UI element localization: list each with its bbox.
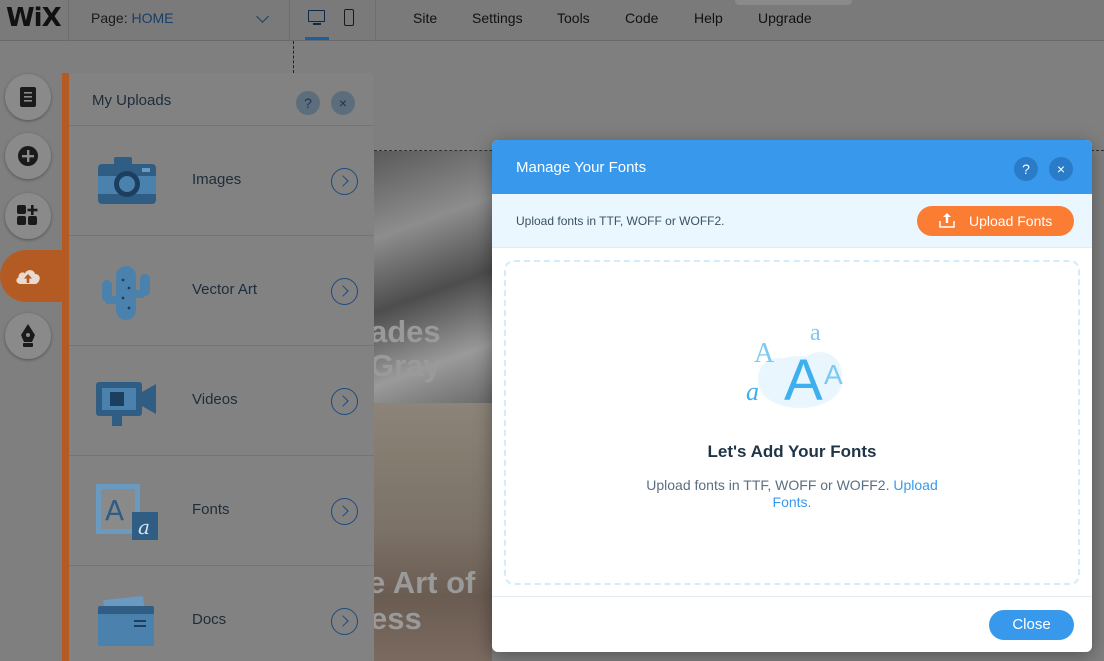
menu-settings[interactable]: Settings (472, 10, 523, 26)
dialog-footer: Close (492, 596, 1092, 652)
mobile-view-button[interactable] (336, 6, 362, 32)
manage-fonts-dialog: Manage Your Fonts ? × Upload fonts in TT… (492, 140, 1092, 652)
camera-icon (94, 152, 160, 212)
fonts-illustration-icon: A A a a A (738, 314, 850, 424)
dialog-title: Manage Your Fonts (516, 159, 647, 176)
dialog-subheader: Upload fonts in TTF, WOFF or WOFF2. Uplo… (492, 194, 1092, 248)
category-label: Docs (192, 611, 227, 628)
upload-fonts-button[interactable]: Upload Fonts (917, 206, 1074, 236)
menu-site[interactable]: Site (413, 10, 437, 26)
font-dropzone[interactable]: A A a a A Let's Add Your Fonts Upload fo… (504, 260, 1080, 585)
site-heading-3: e Art of (368, 565, 476, 600)
category-label: Fonts (192, 501, 230, 518)
svg-text:a: a (138, 515, 150, 539)
chevron-right-icon[interactable] (331, 168, 358, 195)
chevron-right-icon[interactable] (331, 498, 358, 525)
desktop-icon (308, 10, 325, 22)
blog-button[interactable] (5, 313, 51, 359)
dropzone-text: Upload fonts in TTF, WOFF or WOFF2. Uplo… (646, 477, 938, 510)
add-button[interactable] (5, 133, 51, 179)
desktop-view-button[interactable] (304, 6, 330, 40)
chevron-right-icon[interactable] (331, 608, 358, 635)
menu-code[interactable]: Code (625, 10, 658, 26)
mobile-icon (344, 9, 354, 26)
close-button[interactable]: Close (989, 610, 1074, 640)
panel-close-button[interactable]: × (331, 91, 355, 115)
dialog-close-x-button[interactable]: × (1049, 157, 1073, 181)
uploads-button[interactable] (5, 253, 51, 299)
font-frame-icon: Aa (94, 482, 160, 542)
chevron-right-icon[interactable] (331, 278, 358, 305)
upload-fonts-label: Upload Fonts (969, 213, 1053, 229)
svg-text:A: A (784, 348, 823, 413)
apps-button[interactable] (5, 193, 51, 239)
site-heading-2: Gray (370, 348, 441, 383)
menu-tools[interactable]: Tools (557, 10, 590, 26)
folder-icon (94, 592, 160, 652)
format-hint: Upload fonts in TTF, WOFF or WOFF2. (516, 214, 725, 228)
canvas-guide-vertical (293, 41, 294, 73)
pages-button[interactable] (5, 74, 51, 120)
cactus-icon (94, 262, 160, 322)
top-bar: WiX Page: HOME Site Settings Tools Code … (0, 0, 1104, 41)
dialog-header: Manage Your Fonts ? × (492, 140, 1092, 194)
chevron-right-icon[interactable] (331, 388, 358, 415)
my-uploads-panel: My Uploads ? × Images Vector Art Videos … (69, 73, 374, 661)
upload-icon (939, 212, 955, 228)
svg-text:A: A (754, 338, 775, 369)
category-label: Vector Art (192, 281, 258, 298)
panel-title: My Uploads (92, 92, 172, 109)
menu-upgrade[interactable]: Upgrade (758, 10, 812, 26)
panel-help-button[interactable]: ? (296, 91, 320, 115)
panel-accent-strip (62, 73, 69, 661)
menu-help[interactable]: Help (694, 10, 723, 26)
svg-text:A: A (824, 359, 843, 390)
svg-text:a: a (810, 320, 821, 346)
dialog-help-button[interactable]: ? (1014, 157, 1038, 181)
upload-icon (5, 253, 51, 299)
panel-header: My Uploads ? × (69, 73, 374, 126)
svg-text:A: A (105, 494, 124, 527)
upload-category-docs[interactable]: Docs (69, 566, 374, 661)
category-label: Images (192, 171, 242, 188)
site-heading-1: ades (370, 314, 441, 349)
dropzone-title: Let's Add Your Fonts (707, 442, 877, 461)
pages-icon (5, 74, 51, 120)
video-camera-icon (94, 372, 160, 432)
upload-category-videos[interactable]: Videos (69, 346, 374, 456)
svg-text:a: a (746, 377, 759, 406)
active-view-indicator (305, 37, 329, 40)
pen-icon (5, 313, 51, 359)
chevron-down-icon (256, 10, 269, 23)
page-selector-value: HOME (131, 10, 174, 26)
upload-category-images[interactable]: Images (69, 126, 374, 236)
category-label: Videos (192, 391, 238, 408)
page-selector[interactable]: Page: HOME (68, 0, 290, 41)
upload-category-fonts[interactable]: Aa Fonts (69, 456, 374, 566)
upload-category-vector-art[interactable]: Vector Art (69, 236, 374, 346)
wix-logo[interactable]: WiX (6, 3, 62, 33)
divider (375, 0, 376, 41)
apps-icon (5, 193, 51, 239)
upgrade-tab (735, 0, 852, 5)
site-heading-4: ess (370, 601, 422, 636)
page-selector-label: Page: HOME (91, 10, 174, 26)
add-icon (5, 133, 51, 179)
